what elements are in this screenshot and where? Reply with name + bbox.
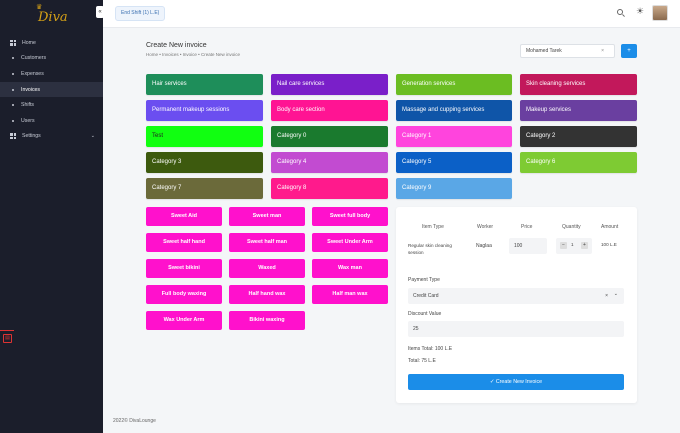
dashboard-icon (10, 39, 16, 46)
sidebar-item-shifts[interactable]: Shifts (0, 97, 103, 113)
sidebar-nav: Home Customers Expenses Invoices Shifts … (0, 35, 103, 144)
service-category-button[interactable]: Category 9 (396, 178, 512, 199)
service-category-button[interactable]: Category 4 (271, 152, 388, 173)
bullet-icon (12, 88, 14, 91)
sidebar-item-label: Users (21, 117, 35, 124)
sidebar-item-customers[interactable]: Customers (0, 51, 103, 67)
invoice-panel: Item Type Worker Price Quantity Amount R… (396, 207, 637, 403)
settings-grid-icon (10, 133, 16, 140)
logo-text: Diva (38, 10, 68, 25)
search-icon[interactable] (616, 8, 626, 18)
header-worker: Worker (477, 224, 494, 230)
theme-toggle-icon[interactable]: ☀ (636, 6, 644, 17)
service-item-button[interactable]: Sweet man (229, 207, 305, 226)
service-item-button[interactable]: Sweet Aid (146, 207, 222, 226)
service-item-button[interactable]: Sweet full body (312, 207, 388, 226)
service-category-button[interactable]: Category 8 (271, 178, 388, 199)
sidebar-item-users[interactable]: Users (0, 113, 103, 129)
items-total: Items Total: 100 L.E (408, 346, 453, 352)
quantity-value[interactable]: 1 (571, 242, 574, 247)
bullet-icon (12, 119, 14, 122)
row-item-type: Regular skin cleaning session (408, 243, 452, 255)
service-category-button[interactable]: Body care section (271, 100, 388, 121)
service-category-button[interactable]: Category 6 (520, 152, 637, 173)
price-input[interactable]: 100 (509, 238, 547, 254)
header-item-type: Item Type (422, 224, 444, 230)
service-category-button[interactable]: Nail care services (271, 74, 388, 95)
service-category-button[interactable]: Category 7 (146, 178, 263, 199)
brand-logo[interactable]: ♛ Diva (33, 3, 69, 27)
sidebar-item-label: Home (22, 39, 36, 46)
sidebar-item-label: Invoices (21, 86, 41, 93)
service-category-button[interactable]: Category 5 (396, 152, 512, 173)
service-item-button[interactable]: Sweet bikini (146, 259, 222, 278)
grand-total: Total: 75 L.E (408, 358, 436, 364)
service-category-button[interactable]: Massage and cupping services (396, 100, 512, 121)
quantity-minus-button[interactable]: − (560, 242, 567, 249)
service-category-button[interactable]: Test (146, 126, 263, 147)
payment-type-value: Credit Card (413, 293, 439, 299)
discount-input[interactable]: 25 (408, 321, 624, 337)
service-item-button[interactable]: Bikini waxing (229, 311, 305, 330)
header-quantity: Quantity (562, 224, 581, 230)
avatar[interactable] (652, 5, 668, 21)
clear-icon[interactable]: × (605, 288, 608, 304)
footer: 2022© DivaLounge (113, 418, 156, 424)
service-category-button[interactable]: Category 3 (146, 152, 263, 173)
end-shift-button[interactable]: End Shift (1) L.E) (115, 6, 166, 21)
quantity-plus-button[interactable]: + (581, 242, 588, 249)
create-invoice-button[interactable]: ✓ Create New Invoice (408, 374, 624, 390)
sidebar-item-home[interactable]: Home (0, 35, 103, 51)
bullet-icon (12, 104, 14, 107)
customer-select[interactable]: Mohamed Tarek × (520, 44, 615, 58)
service-item-button[interactable]: Waxed (229, 259, 305, 278)
chevron-down-icon: ⌄ (613, 291, 618, 297)
sidebar-item-label: Customers (21, 55, 47, 62)
service-category-button[interactable]: Category 1 (396, 126, 512, 147)
chevron-down-icon: ⌄ (90, 133, 95, 140)
bullet-icon (12, 57, 14, 60)
sidebar-item-label: Settings (22, 133, 41, 140)
service-item-button[interactable]: Full body waxing (146, 285, 222, 304)
sidebar-item-invoices[interactable]: Invoices (0, 81, 103, 98)
service-category-button[interactable]: Skin cleaning services (520, 74, 637, 95)
service-category-button[interactable]: Generation services (396, 74, 512, 95)
sidebar-item-label: Shifts (21, 102, 34, 109)
service-item-button[interactable]: Half hand wax (229, 285, 305, 304)
service-item-button[interactable]: Half man wax (312, 285, 388, 304)
service-category-button[interactable]: Permanent makeup sessions (146, 100, 263, 121)
service-category-button[interactable]: Hair services (146, 74, 263, 95)
topbar: End Shift (1) L.E) ☀ (103, 0, 680, 28)
service-item-button[interactable]: Wax man (312, 259, 388, 278)
sidebar: ♛ Diva Home Customers Expenses Invoices … (0, 0, 103, 433)
breadcrumb: Home • Invoices • Invoice • Create New i… (146, 52, 241, 57)
service-item-button[interactable]: Sweet half man (229, 233, 305, 252)
header-amount: Amount (601, 224, 619, 230)
worker-select[interactable]: Naglaa (471, 238, 501, 254)
sidebar-item-expenses[interactable]: Expenses (0, 66, 103, 82)
row-amount: 100 L.E (601, 242, 617, 247)
service-category-button[interactable]: Category 2 (520, 126, 637, 147)
sidebar-item-label: Expenses (21, 70, 44, 77)
service-item-button[interactable]: Sweet Under Arm (312, 233, 388, 252)
app-badge-icon[interactable]: ▤ (3, 334, 12, 343)
service-item-button[interactable]: Sweet half hand (146, 233, 222, 252)
clear-icon[interactable]: × (601, 45, 604, 57)
header-price: Price (521, 224, 533, 230)
page-title: Create New invoice (146, 42, 207, 49)
service-category-button[interactable]: Category 0 (271, 126, 388, 147)
service-category-button[interactable]: Makeup services (520, 100, 637, 121)
service-item-button[interactable]: Wax Under Arm (146, 311, 222, 330)
divider (0, 330, 14, 331)
sidebar-item-settings[interactable]: Settings ⌄ (0, 129, 103, 145)
customer-value: Mohamed Tarek (526, 48, 562, 54)
add-customer-button[interactable]: + (621, 44, 637, 58)
payment-type-select[interactable]: Credit Card × ⌄ (408, 288, 624, 304)
discount-label: Discount Value (408, 311, 442, 317)
bullet-icon (12, 72, 14, 75)
payment-type-label: Payment Type (408, 277, 440, 283)
